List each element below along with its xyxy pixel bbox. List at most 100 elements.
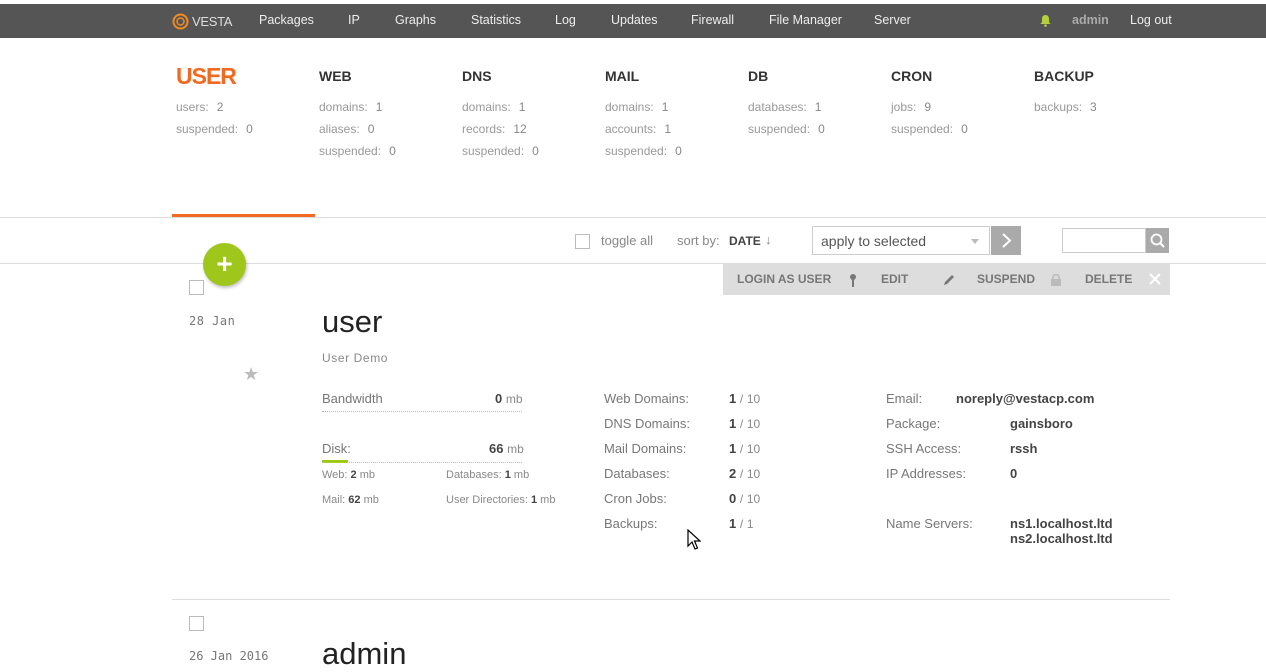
stat-title: BACKUP <box>1034 68 1094 84</box>
disk-web: Web: 2 mb <box>322 469 375 481</box>
disk-web-unit: mb <box>359 469 376 481</box>
stat-label: accounts: <box>605 122 657 136</box>
edit-button[interactable]: EDIT <box>881 272 908 286</box>
stat-backup[interactable]: BACKUP backups: 3 <box>1034 62 1097 118</box>
arrow-right-icon <box>1002 233 1012 248</box>
limit-max: 10 <box>746 417 761 431</box>
stat-dns[interactable]: DNS domains: 1 records: 12 suspended: 0 <box>462 62 539 162</box>
disk-udir-unit: mb <box>540 494 556 506</box>
limit-max: 10 <box>746 392 761 406</box>
limit-used: 0 <box>729 491 737 506</box>
name-server-2: ns2.localhost.ltd <box>1010 531 1113 546</box>
nav-firewall[interactable]: Firewall <box>691 13 734 27</box>
limit-label: DNS Domains: <box>604 416 690 431</box>
limit-value: 0 / 10 <box>729 491 761 506</box>
stat-title: DNS <box>462 68 492 84</box>
ssh-access-label: SSH Access: <box>886 441 962 456</box>
bell-icon[interactable] <box>1040 14 1051 27</box>
stat-label: domains: <box>319 100 368 114</box>
limit-max: 1 <box>746 517 754 531</box>
toggle-all-checkbox[interactable] <box>575 234 590 249</box>
limit-label: Web Domains: <box>604 391 690 406</box>
sort-by-value[interactable]: DATE <box>729 234 761 248</box>
stat-mail[interactable]: MAIL domains: 1 accounts: 1 suspended: 0 <box>605 62 682 162</box>
ssh-access-value: rssh <box>1010 441 1038 456</box>
row-checkbox[interactable] <box>189 280 204 295</box>
stat-value: 9 <box>924 100 932 114</box>
user-name[interactable]: admin <box>322 636 406 672</box>
nav-user-admin[interactable]: admin <box>1072 13 1109 27</box>
name-servers-label: Name Servers: <box>886 516 973 531</box>
limit-label: Mail Domains: <box>604 441 687 456</box>
stat-web[interactable]: WEB domains: 1 aliases: 0 suspended: 0 <box>319 62 396 162</box>
nav-statistics[interactable]: Statistics <box>471 13 521 27</box>
stat-value: 1 <box>518 100 526 114</box>
limit-value: 1 / 10 <box>729 441 761 456</box>
logo-text: VESTA <box>192 13 233 29</box>
sort-by-label: sort by: <box>677 233 720 248</box>
stat-value: 1 <box>375 100 383 114</box>
stat-value: 0 <box>675 144 682 158</box>
disk-db-label: Databases: <box>446 469 502 481</box>
stat-label: suspended: <box>319 144 382 158</box>
nav-server[interactable]: Server <box>874 13 911 27</box>
disk-mail-label: Mail: <box>322 494 346 506</box>
search-button[interactable] <box>1146 228 1169 253</box>
search-input[interactable] <box>1062 228 1146 253</box>
disk-udir-value: 1 <box>530 494 538 506</box>
stat-label: jobs: <box>891 100 917 114</box>
stat-label: suspended: <box>462 144 525 158</box>
chevron-down-icon <box>971 239 979 244</box>
stat-label: domains: <box>605 100 654 114</box>
apply-go-button[interactable] <box>991 226 1021 255</box>
disk-web-value: 2 <box>350 469 357 481</box>
stat-label: suspended: <box>605 144 668 158</box>
disk-mail-value: 62 <box>348 494 361 506</box>
apply-to-selected-select[interactable]: apply to selected <box>812 226 990 255</box>
limit-used: 1 <box>729 441 737 456</box>
user-name[interactable]: user <box>322 304 382 340</box>
disk-db-unit: mb <box>513 469 530 481</box>
active-tab-indicator <box>172 214 315 217</box>
nav-graphs[interactable]: Graphs <box>395 13 436 27</box>
vesta-logo[interactable]: VESTA <box>172 12 232 30</box>
stat-value: 2 <box>216 100 224 114</box>
vesta-logo-icon <box>172 13 189 29</box>
stat-value: 1 <box>814 100 822 114</box>
row-checkbox[interactable] <box>189 616 204 631</box>
nav-log[interactable]: Log <box>555 13 576 27</box>
stat-cron[interactable]: CRON jobs: 9 suspended: 0 <box>891 62 968 140</box>
nav-file-manager[interactable]: File Manager <box>769 13 842 27</box>
disk-label: Disk: <box>322 441 351 456</box>
stat-value: 12 <box>513 122 527 136</box>
limit-used: 2 <box>729 466 737 481</box>
nav-logout[interactable]: Log out <box>1130 13 1172 27</box>
user-description: User Demo <box>322 351 389 365</box>
limit-value: 2 / 10 <box>729 466 761 481</box>
disk-databases: Databases: 1 mb <box>446 469 529 481</box>
stat-user[interactable]: USER users: 2 suspended: 0 <box>176 62 253 140</box>
nav-updates[interactable]: Updates <box>611 13 658 27</box>
disk-web-label: Web: <box>322 469 348 481</box>
disk-number: 66 <box>489 441 504 456</box>
nav-packages[interactable]: Packages <box>259 13 314 27</box>
nav-ip[interactable]: IP <box>348 13 360 27</box>
stat-title: WEB <box>319 68 352 84</box>
toggle-all-label[interactable]: toggle all <box>601 233 653 248</box>
disk-db-value: 1 <box>504 469 511 481</box>
limit-used: 1 <box>729 391 737 406</box>
login-as-user-button[interactable]: LOGIN AS USER <box>737 272 831 286</box>
sort-direction-icon[interactable]: ↓ <box>765 232 772 247</box>
add-user-button[interactable]: + <box>203 243 246 286</box>
delete-button[interactable]: DELETE <box>1085 272 1132 286</box>
stat-db[interactable]: DB databases: 1 suspended: 0 <box>748 62 825 140</box>
stat-title: USER <box>176 63 237 89</box>
row-date: 28 Jan <box>189 314 236 328</box>
limit-label: Backups: <box>604 516 658 531</box>
limit-max: 10 <box>746 442 761 456</box>
suspend-button[interactable]: SUSPEND <box>977 272 1035 286</box>
lock-icon <box>1051 273 1061 286</box>
name-server-1: ns1.localhost.ltd <box>1010 516 1113 531</box>
star-icon[interactable]: ★ <box>243 364 259 385</box>
limit-max: 10 <box>746 492 761 506</box>
